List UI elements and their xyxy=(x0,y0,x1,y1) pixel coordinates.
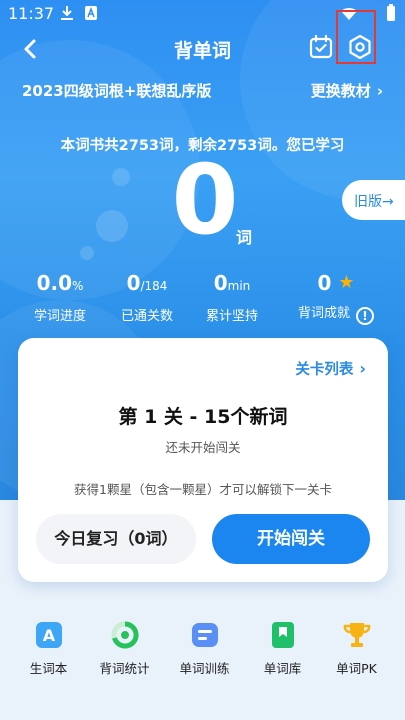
status-time: 11:37 xyxy=(8,4,55,23)
nav-item-word-pk[interactable]: 单词PK xyxy=(316,610,397,677)
stat-achievement-value: 0 xyxy=(317,271,332,295)
nav-item-stats[interactable]: 背词统计 xyxy=(84,610,165,677)
level-card: 关卡列表 › 第 1 关 - 15个新词 还未开始闯关 获得1颗星（包含一颗星）才… xyxy=(18,338,388,582)
stats-ring-icon xyxy=(110,620,140,650)
chevron-right-icon: › xyxy=(359,359,366,378)
nav-label-training: 单词训练 xyxy=(179,661,230,676)
nav-item-training[interactable]: 单词训练 xyxy=(164,610,245,677)
stat-progress-label: 学词进度 xyxy=(33,309,86,324)
nav-label-word-pk: 单词PK xyxy=(336,661,377,676)
stat-levels: 0/184 已通关数 xyxy=(102,272,192,324)
stat-levels-suffix: /184 xyxy=(140,279,168,293)
chevron-right-icon: › xyxy=(376,82,383,100)
stats-row: 0.0% 学词进度 0/184 已通关数 0min 累计坚持 0 ★ 背词成就! xyxy=(0,272,405,325)
training-icon xyxy=(190,620,220,650)
download-icon xyxy=(60,5,74,25)
vocab-book-icon: A xyxy=(34,620,64,650)
stat-levels-value: 0 xyxy=(126,271,141,295)
start-level-button[interactable]: 开始闯关 xyxy=(212,514,370,564)
nav-item-vocab-book[interactable]: A 生词本 xyxy=(8,610,89,677)
unlock-note: 获得1颗星（包含一颗星）才可以解锁下一关卡 xyxy=(74,482,332,497)
settings-highlight-box xyxy=(336,10,376,64)
change-book-label: 更换教材 xyxy=(310,82,371,100)
nav-label-word-bank: 单词库 xyxy=(263,661,302,676)
trophy-icon xyxy=(342,620,372,650)
star-icon: ★ xyxy=(338,272,355,293)
battery-icon xyxy=(386,4,396,26)
stat-progress: 0.0% 学词进度 xyxy=(15,272,105,324)
nav-label-vocab-book: 生词本 xyxy=(29,661,68,676)
calendar-check-icon[interactable] xyxy=(308,34,334,60)
word-bank-icon xyxy=(268,620,298,650)
stat-progress-value: 0.0 xyxy=(36,271,73,295)
learned-unit: 词 xyxy=(236,228,253,247)
level-title: 第 1 关 - 15个新词 xyxy=(118,406,288,428)
stat-achievement-label: 背词成就 xyxy=(297,306,350,321)
old-version-button[interactable]: 旧版→ xyxy=(342,180,405,220)
nav-item-word-bank[interactable]: 单词库 xyxy=(242,610,323,677)
bottom-nav: A 生词本 背词统计 单词训练 单词库 单词PK xyxy=(0,610,405,690)
level-status: 还未开始闯关 xyxy=(165,440,241,455)
level-list-link[interactable]: 关卡列表 › xyxy=(295,358,366,379)
system-home-bar xyxy=(0,712,405,720)
stat-levels-label: 已通关数 xyxy=(120,309,173,324)
svg-text:A: A xyxy=(42,626,55,645)
nav-label-stats: 背词统计 xyxy=(99,661,150,676)
stat-time-value: 0 xyxy=(213,271,228,295)
app-notification-icon xyxy=(84,5,98,25)
book-row: 2023四级词根+联想乱序版 更换教材 › xyxy=(0,78,405,102)
level-list-label: 关卡列表 xyxy=(295,362,354,378)
stat-time-suffix: min xyxy=(227,279,251,293)
stat-achievement[interactable]: 0 ★ 背词成就! xyxy=(286,272,386,325)
today-review-button[interactable]: 今日复习（0词） xyxy=(36,514,196,564)
book-name: 2023四级词根+联想乱序版 xyxy=(22,82,212,100)
stat-progress-suffix: % xyxy=(72,279,84,293)
change-book-link[interactable]: 更换教材 › xyxy=(311,80,383,101)
stat-time-label: 累计坚持 xyxy=(205,309,258,324)
stat-time: 0min 累计坚持 xyxy=(187,272,277,324)
info-icon[interactable]: ! xyxy=(356,307,374,325)
